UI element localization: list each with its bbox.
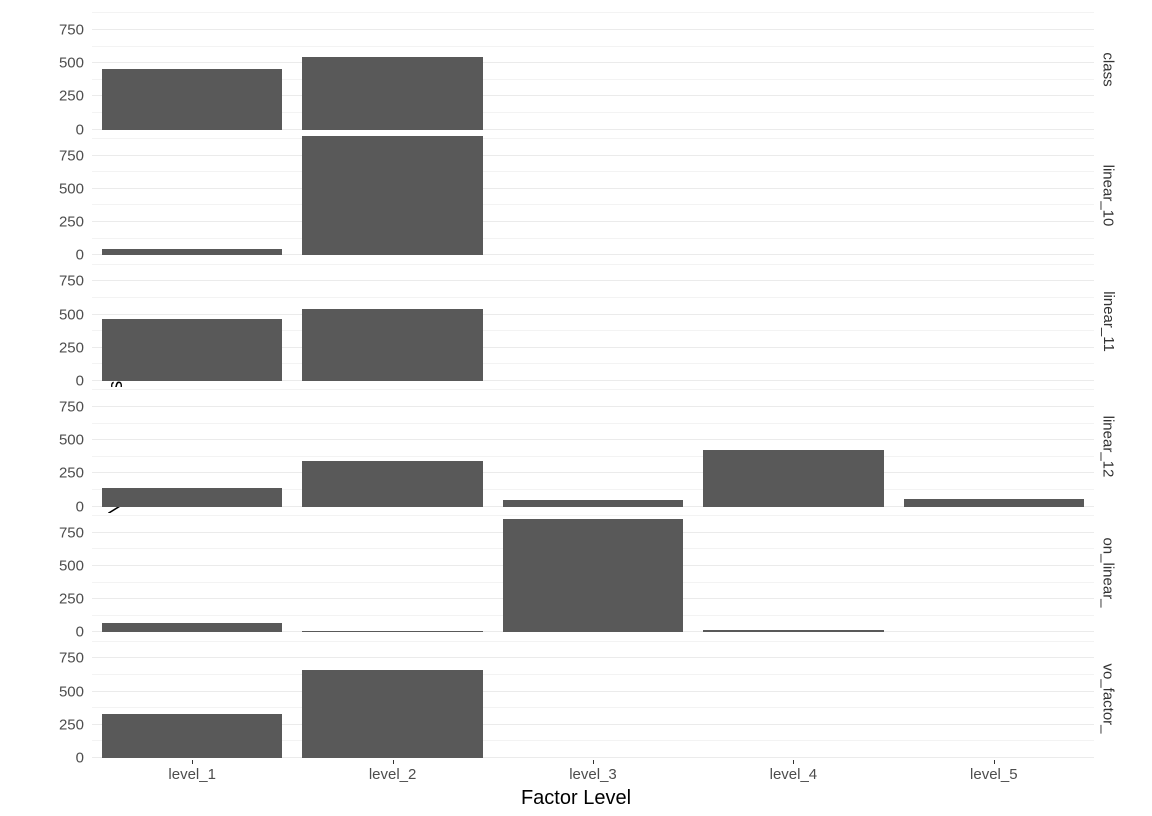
facet-row: 0250500750linear_10 [92, 136, 1122, 256]
bar [302, 670, 482, 758]
plot-area [92, 261, 1094, 381]
y-tick-label: 500 [0, 306, 84, 323]
y-tick-label: 500 [0, 683, 84, 700]
y-tick-label: 0 [0, 247, 84, 264]
y-tick-label: 750 [0, 650, 84, 667]
x-axis-label: Factor Level [0, 787, 1152, 810]
y-tick-label: 750 [0, 398, 84, 415]
facet-strip: vo_factor_ [1094, 638, 1122, 758]
facet-row: 0250500750linear_11 [92, 261, 1122, 381]
y-tick-label: 0 [0, 750, 84, 767]
facet-row: 0250500750on_linear_ [92, 513, 1122, 633]
y-tick-label: 0 [0, 624, 84, 641]
x-tick-label: level_1 [168, 766, 216, 783]
y-tick-label: 250 [0, 339, 84, 356]
y-tick-label: 250 [0, 214, 84, 231]
y-tick-label: 250 [0, 465, 84, 482]
facet-strip: linear_10 [1094, 136, 1122, 256]
bar [102, 319, 282, 381]
x-tick-label: level_2 [369, 766, 417, 783]
plot-area [92, 387, 1094, 507]
x-tick-label: level_4 [770, 766, 818, 783]
plot-area [92, 10, 1094, 130]
facet-strip-label: linear_11 [1100, 291, 1117, 352]
y-tick-label: 0 [0, 121, 84, 138]
bar [302, 631, 482, 632]
plot-area [92, 513, 1094, 633]
y-tick-label: 0 [0, 373, 84, 390]
bar [904, 499, 1084, 507]
bar [102, 714, 282, 758]
y-tick-label: 250 [0, 88, 84, 105]
facet-panels: 0250500750class0250500750linear_10025050… [92, 10, 1122, 758]
y-tick-label: 500 [0, 557, 84, 574]
facet-strip: linear_11 [1094, 261, 1122, 381]
bar [102, 249, 282, 256]
facet-row: 0250500750linear_12 [92, 387, 1122, 507]
bar [503, 500, 683, 507]
y-tick-label: 500 [0, 180, 84, 197]
x-tick-label: level_5 [970, 766, 1018, 783]
plot-area [92, 638, 1094, 758]
x-axis-ticks: level_1 level_2 level_3 level_4 level_5 [92, 760, 1094, 790]
y-tick-label: 750 [0, 524, 84, 541]
y-tick-label: 750 [0, 21, 84, 38]
bar [302, 57, 482, 130]
facet-strip: class [1094, 10, 1122, 130]
facet-strip: linear_12 [1094, 387, 1122, 507]
y-tick-label: 500 [0, 432, 84, 449]
bar [703, 630, 883, 633]
facet-row: 0250500750class [92, 10, 1122, 130]
facet-strip-label: vo_factor_ [1100, 663, 1117, 733]
bar [503, 519, 683, 632]
bar [703, 450, 883, 507]
y-tick-label: 500 [0, 55, 84, 72]
facet-strip-label: linear_12 [1100, 416, 1117, 478]
y-tick-label: 750 [0, 147, 84, 164]
faceted-bar-chart: Number of Observations Factor Level 0250… [0, 0, 1152, 816]
y-tick-label: 250 [0, 591, 84, 608]
y-tick-label: 250 [0, 716, 84, 733]
plot-area [92, 136, 1094, 256]
bar [102, 488, 282, 507]
bar [102, 69, 282, 130]
y-tick-label: 750 [0, 273, 84, 290]
bar [302, 309, 482, 381]
bar [302, 136, 482, 256]
facet-strip-label: class [1100, 53, 1117, 87]
facet-strip-label: on_linear_ [1100, 537, 1117, 607]
facet-strip: on_linear_ [1094, 513, 1122, 633]
bar [102, 623, 282, 632]
facet-strip-label: linear_10 [1100, 165, 1117, 227]
x-tick-label: level_3 [569, 766, 617, 783]
y-tick-label: 0 [0, 498, 84, 515]
facet-row: 0250500750vo_factor_ [92, 638, 1122, 758]
bar [302, 461, 482, 506]
